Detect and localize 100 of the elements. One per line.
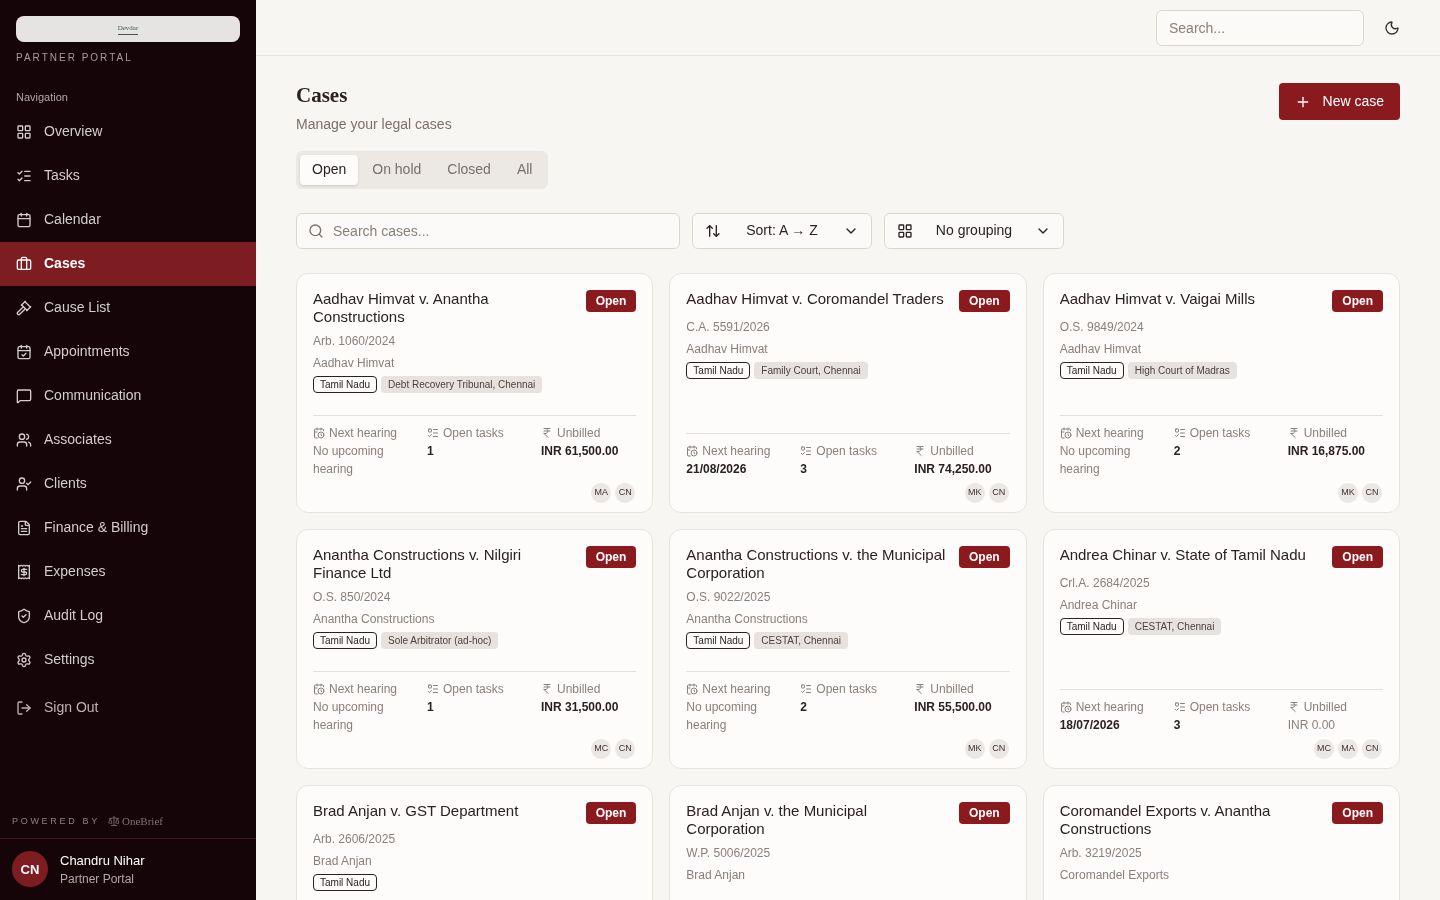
logout-icon bbox=[16, 699, 32, 716]
list-icon bbox=[800, 444, 813, 457]
status-badge: Open bbox=[959, 289, 1010, 312]
unbilled-amount: INR 0.00 bbox=[1287, 716, 1336, 734]
nav-item[interactable]: Tasks bbox=[0, 153, 256, 198]
calendar-clock-icon bbox=[686, 682, 699, 695]
nav-item[interactable]: Audit Log bbox=[0, 593, 256, 638]
nav-item[interactable]: Finance & Billing bbox=[0, 505, 256, 550]
open-tasks: 2 bbox=[800, 698, 808, 716]
stat-label: Open tasks bbox=[443, 424, 504, 442]
case-card[interactable]: Andrea Chinar v. State of Tamil Nadu Open Crl.A. 2684/2025 Andrea Chinar Tamil Nadu CESTAT, Chennai Next hearing Open tasks Unbilled 18/07/2026 3 INR 0.00 MC MA CN bbox=[1042, 528, 1400, 769]
status-tab[interactable]: Open bbox=[300, 154, 359, 185]
member-avatar: CN bbox=[987, 737, 1010, 760]
status-tab[interactable]: Closed bbox=[435, 154, 503, 185]
nav-item[interactable]: Appointments bbox=[0, 329, 256, 374]
nav-item[interactable]: Clients bbox=[0, 461, 256, 506]
case-card[interactable]: Anantha Constructions v. the Municipal Corporation Open O.S. 9022/2025 Anantha Constructions Tamil Nadu CESTAT, Chennai Next hearing Open tasks Unbilled No upcoming hearing 2 INR 55,500.00 MK CN bbox=[669, 528, 1027, 769]
rupee-icon bbox=[914, 682, 927, 695]
open-tasks: 2 bbox=[1173, 442, 1182, 460]
court-tag: Sole Arbitrator (ad-hoc) bbox=[381, 631, 499, 649]
stat-label: Unbilled bbox=[930, 442, 974, 460]
powered-by-label: POWERED BY bbox=[12, 814, 100, 828]
nav-item[interactable]: Cases bbox=[0, 241, 256, 286]
nav-item[interactable]: Communication bbox=[0, 373, 256, 418]
brand-icon bbox=[108, 815, 120, 828]
receipt-icon bbox=[16, 563, 32, 580]
user-check-icon bbox=[16, 475, 32, 492]
sort-dropdown[interactable]: Sort: A → Z bbox=[692, 212, 872, 249]
nav-item[interactable]: Settings bbox=[0, 637, 256, 682]
status-tab[interactable]: All bbox=[504, 154, 545, 185]
member-avatar: CN bbox=[614, 737, 637, 760]
next-hearing: No upcoming hearing bbox=[313, 442, 385, 478]
user-name: Chandru Nihar bbox=[60, 851, 145, 870]
case-search-field[interactable]: Search cases... bbox=[296, 212, 680, 249]
status-tab[interactable]: On hold bbox=[360, 154, 434, 185]
status-badge: Open bbox=[1332, 545, 1383, 568]
sign-out-link[interactable]: Sign Out bbox=[0, 685, 256, 730]
state-tag: Tamil Nadu bbox=[313, 873, 378, 891]
case-number: Arb. 3219/2025 bbox=[1059, 844, 1143, 862]
settings-icon bbox=[16, 651, 32, 668]
nav-item[interactable]: Cause List bbox=[0, 285, 256, 330]
member-avatar: MA bbox=[1337, 737, 1359, 760]
search-field[interactable]: Search... bbox=[1156, 9, 1364, 46]
portal-label: PARTNER PORTAL bbox=[16, 51, 134, 65]
stat-label: Unbilled bbox=[557, 680, 601, 698]
case-card[interactable]: Aadhav Himvat v. Vaigai Mills Open O.S. 9849/2024 Aadhav Himvat Tamil Nadu High Court of Madras Next hearing Open tasks Unbilled No upcoming hearing 2 INR 16,875.00 MK CN bbox=[1042, 272, 1400, 513]
calendar-clock-icon bbox=[1059, 700, 1072, 713]
dark-mode-icon[interactable] bbox=[1384, 19, 1400, 36]
state-tag: Tamil Nadu bbox=[1059, 361, 1124, 379]
next-hearing: 21/08/2026 bbox=[686, 460, 748, 478]
case-number: O.S. 850/2024 bbox=[313, 588, 392, 606]
case-title: Anantha Constructions v. the Municipal Corporation bbox=[686, 545, 947, 582]
court-tag: Debt Recovery Tribunal, Chennai bbox=[381, 375, 543, 393]
client-name: Brad Anjan bbox=[313, 852, 373, 870]
stat-label: Open tasks bbox=[443, 680, 504, 698]
client-name: Anantha Constructions bbox=[686, 610, 809, 628]
brand-name: OneBrief bbox=[122, 814, 163, 829]
case-title: Brad Anjan v. the Municipal Corporation bbox=[686, 801, 868, 838]
court-tag: CESTAT, Chennai bbox=[1127, 617, 1222, 635]
chat-icon bbox=[16, 387, 32, 404]
case-number: W.P. 5006/2025 bbox=[686, 844, 772, 862]
client-name: Andrea Chinar bbox=[1059, 596, 1139, 614]
case-number: Arb. 2606/2025 bbox=[313, 830, 397, 848]
users-icon bbox=[16, 431, 32, 448]
court-tag: Family Court, Chennai bbox=[754, 361, 868, 379]
nav-item[interactable]: Calendar bbox=[0, 197, 256, 242]
stat-label: Open tasks bbox=[816, 680, 878, 698]
stat-label: Next hearing bbox=[702, 680, 771, 698]
case-title: Andrea Chinar v. State of Tamil Nadu bbox=[1059, 545, 1306, 564]
status-badge: Open bbox=[585, 289, 637, 312]
court-tag: High Court of Madras bbox=[1127, 361, 1237, 379]
status-badge: Open bbox=[959, 801, 1010, 824]
member-avatar: MC bbox=[590, 737, 613, 760]
nav-item[interactable]: Associates bbox=[0, 417, 256, 462]
member-avatar: MK bbox=[963, 737, 986, 760]
new-case-button[interactable]: New case bbox=[1278, 83, 1400, 120]
case-number: C.A. 5591/2026 bbox=[686, 318, 771, 336]
grouping-dropdown[interactable]: No grouping bbox=[884, 212, 1064, 249]
client-name: Aadhav Himvat bbox=[686, 340, 769, 358]
case-card[interactable]: Aadhav Himvat v. Coromandel Traders Open C.A. 5591/2026 Aadhav Himvat Tamil Nadu Family Court, Chennai Next hearing Open tasks Unbilled 21/08/2026 3 INR 74,250.00 MK CN bbox=[669, 272, 1027, 513]
grid-icon bbox=[16, 123, 32, 140]
client-name: Coromandel Exports bbox=[1059, 866, 1171, 884]
case-card[interactable]: Anantha Constructions v. Nilgiri Finance Ltd Open O.S. 850/2024 Anantha Constructions Tamil Nadu Sole Arbitrator (ad-hoc) Next hearing Open tasks Unbilled No upcoming hearing 1 INR 31,500.00 MC CN bbox=[296, 528, 654, 769]
nav-item[interactable]: Overview bbox=[0, 109, 256, 154]
case-card[interactable]: Coromandel Exports v. Anantha Constructions Open Arb. 3219/2025 Coromandel Exports bbox=[1042, 784, 1400, 900]
rupee-icon bbox=[1287, 700, 1300, 713]
unbilled-amount: INR 74,250.00 bbox=[914, 460, 993, 478]
stat-label: Unbilled bbox=[1303, 698, 1347, 716]
client-name: Aadhav Himvat bbox=[313, 354, 396, 372]
state-tag: Tamil Nadu bbox=[313, 375, 378, 393]
status-badge: Open bbox=[1332, 801, 1383, 824]
page-subtitle: Manage your legal cases bbox=[296, 114, 452, 134]
unbilled-amount: INR 61,500.00 bbox=[541, 442, 620, 460]
nav-item[interactable]: Expenses bbox=[0, 549, 256, 594]
case-card[interactable]: Brad Anjan v. GST Department Open Arb. 2606/2025 Brad Anjan Tamil Nadu bbox=[296, 784, 654, 900]
stat-label: Unbilled bbox=[1303, 424, 1347, 442]
case-title: Aadhav Himvat v. Vaigai Mills bbox=[1059, 289, 1255, 308]
case-card[interactable]: Aadhav Himvat v. Anantha Constructions Open Arb. 1060/2024 Aadhav Himvat Tamil Nadu Debt Recovery Tribunal, Chennai Next hearing Open tasks Unbilled No upcoming hearing 1 INR 61,500.00 MA CN bbox=[296, 272, 654, 513]
case-card[interactable]: Brad Anjan v. the Municipal Corporation Open W.P. 5006/2025 Brad Anjan bbox=[669, 784, 1027, 900]
stat-label: Next hearing bbox=[1075, 424, 1144, 442]
